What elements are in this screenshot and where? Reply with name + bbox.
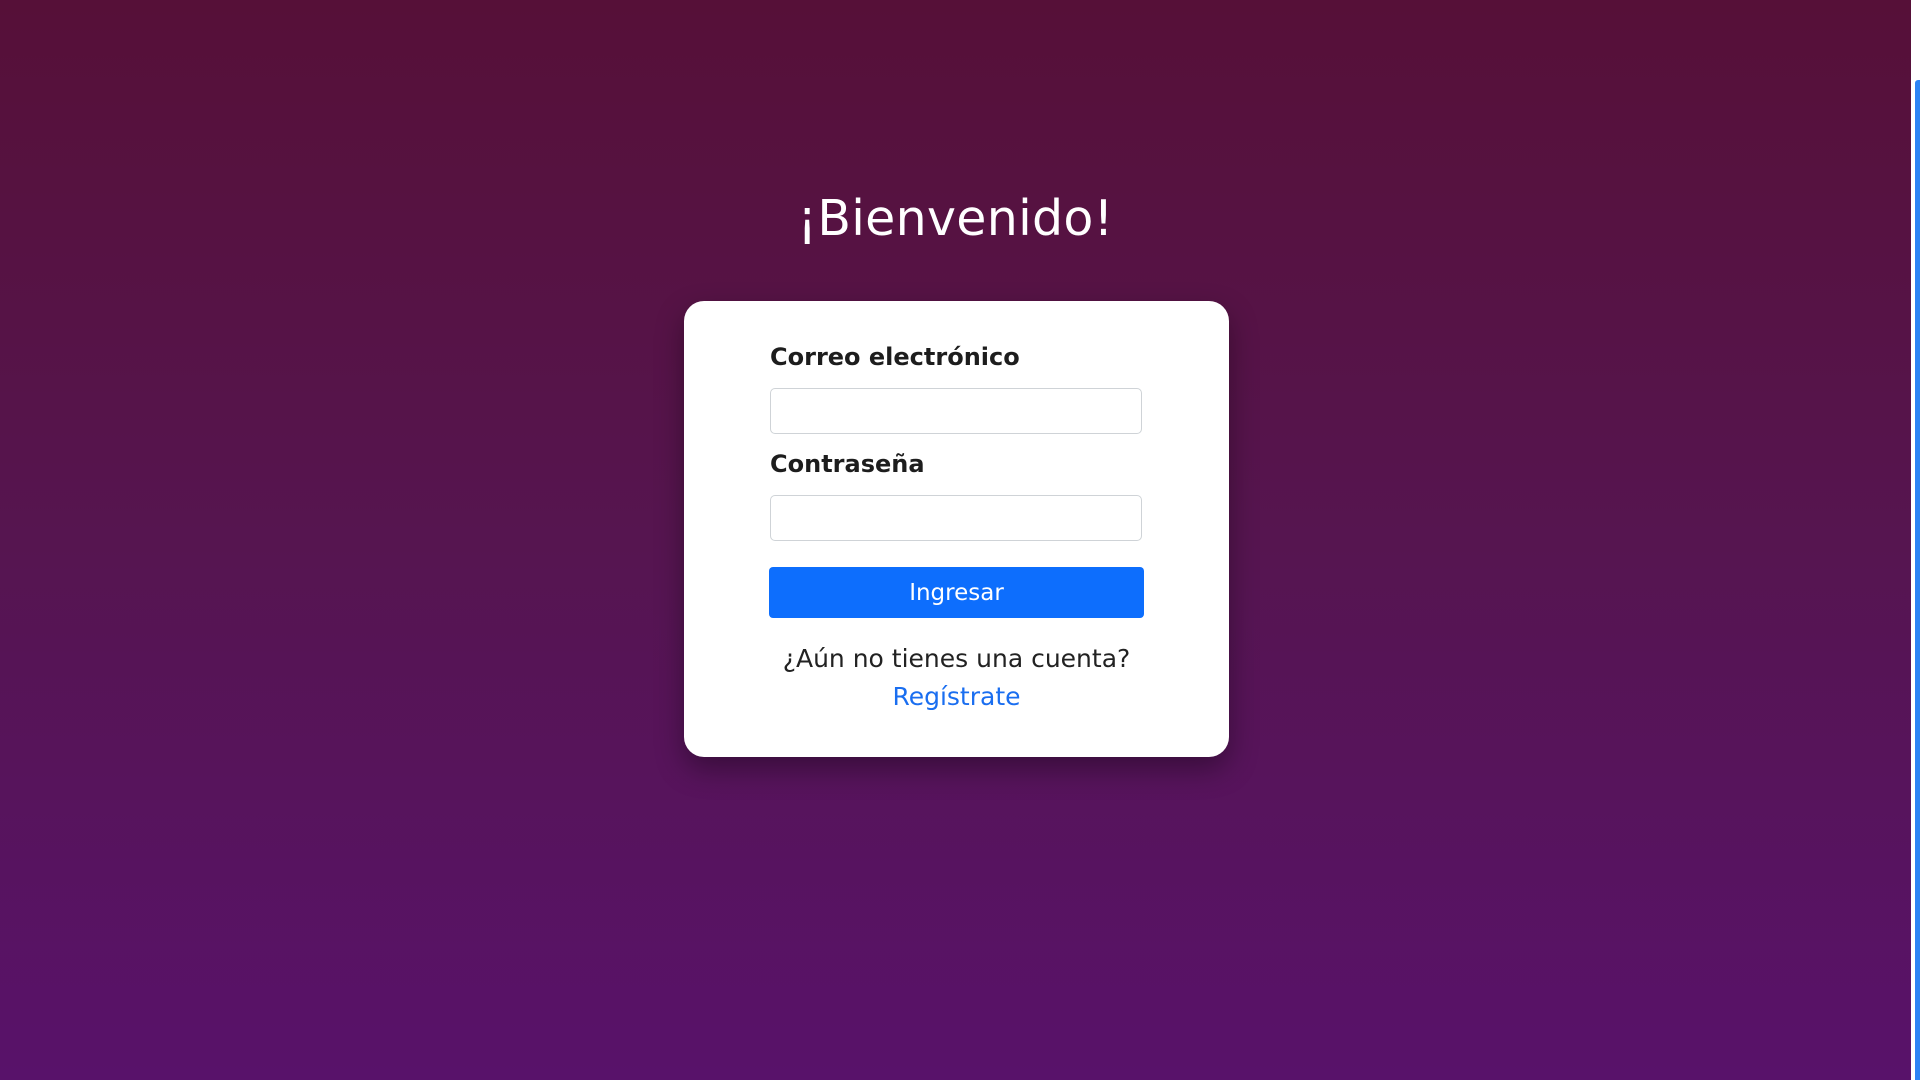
email-label: Correo electrónico bbox=[770, 343, 1020, 371]
signup-prompt: ¿Aún no tienes una cuenta? bbox=[782, 644, 1131, 673]
login-page: ¡Bienvenido! Correo electrónico Contrase… bbox=[0, 0, 1911, 1080]
page-title: ¡Bienvenido! bbox=[797, 190, 1114, 247]
scrollbar-thumb[interactable] bbox=[1915, 80, 1920, 1080]
signup-link[interactable]: Regístrate bbox=[684, 682, 1229, 711]
login-card: Correo electrónico Contraseña Ingresar ¿… bbox=[684, 301, 1229, 757]
password-label: Contraseña bbox=[770, 450, 925, 478]
login-button[interactable]: Ingresar bbox=[769, 567, 1144, 618]
email-field[interactable] bbox=[770, 388, 1142, 434]
vertical-scrollbar[interactable] bbox=[1911, 0, 1920, 1080]
password-field[interactable] bbox=[770, 495, 1142, 541]
